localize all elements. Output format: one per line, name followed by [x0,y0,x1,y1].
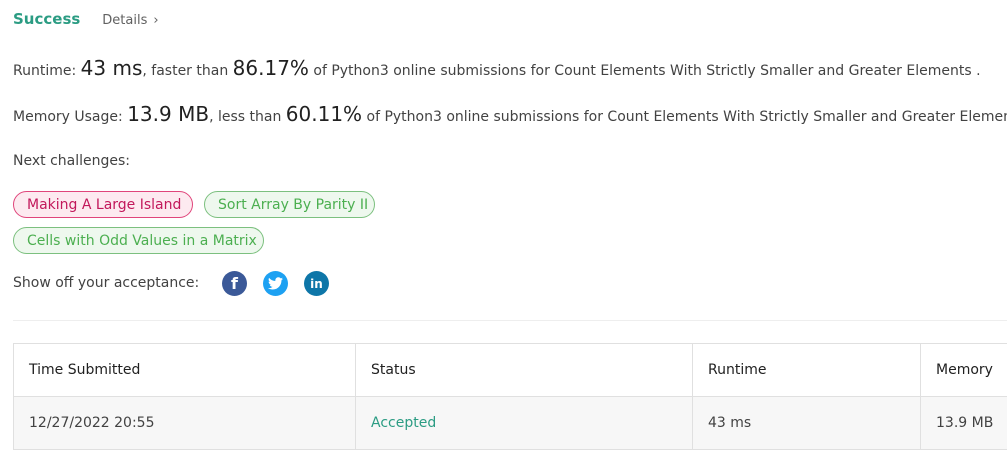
status-title: Success [13,10,81,28]
header-memory: Memory [920,343,1007,397]
memory-line: Memory Usage: 13.9 MB, less than 60.11% … [13,102,1007,126]
status-accepted-link[interactable]: Accepted [371,415,436,431]
result-header: Success Details › [13,10,159,28]
chevron-right-icon: › [153,13,159,28]
cell-runtime: 43 ms [692,396,921,450]
challenge-tag-cells-with-odd-values[interactable]: Cells with Odd Values in a Matrix [13,227,264,254]
share-label: Show off your acceptance: [13,275,200,291]
header-status: Status [355,343,693,397]
runtime-line: Runtime: 43 ms, faster than 86.17% of Py… [13,56,981,80]
runtime-text1: , faster than [142,63,233,79]
header-time-submitted: Time Submitted [13,343,356,397]
runtime-label: Runtime: [13,63,81,79]
memory-percent: 60.11% [285,102,363,126]
memory-label: Memory Usage: [13,109,128,125]
header-runtime: Runtime [692,343,921,397]
runtime-text2: of Python3 online submissions for Count … [308,63,981,79]
details-link[interactable]: Details › [102,13,158,28]
details-label: Details [102,13,148,28]
memory-text1: , less than [209,109,286,125]
cell-status: Accepted [355,396,693,450]
next-challenges-label: Next challenges: [13,153,130,169]
twitter-icon[interactable] [263,271,288,296]
linkedin-glyph: in [310,276,323,291]
submissions-table: Time Submitted Status Runtime Memory 12/… [13,343,1007,450]
memory-text2: of Python3 online submissions for Count … [362,109,1007,125]
table-header-row: Time Submitted Status Runtime Memory [13,343,1007,397]
table-row[interactable]: 12/27/2022 20:55 Accepted 43 ms 13.9 MB [13,396,1007,450]
cell-memory: 13.9 MB [920,396,1007,450]
challenge-tag-sort-array-by-parity-ii[interactable]: Sort Array By Parity II [204,191,375,218]
challenge-tag-making-a-large-island[interactable]: Making A Large Island [13,191,193,218]
runtime-value: 43 ms [80,56,143,80]
section-divider [13,320,1007,321]
linkedin-icon[interactable]: in [304,271,329,296]
cell-time-submitted: 12/27/2022 20:55 [13,396,356,450]
facebook-glyph: f [231,274,238,293]
runtime-percent: 86.17% [232,56,309,80]
facebook-icon[interactable]: f [222,271,247,296]
twitter-bird-glyph [268,277,283,290]
submission-result-page: Success Details › Runtime: 43 ms, faster … [0,0,1007,468]
memory-value: 13.9 MB [127,102,210,126]
